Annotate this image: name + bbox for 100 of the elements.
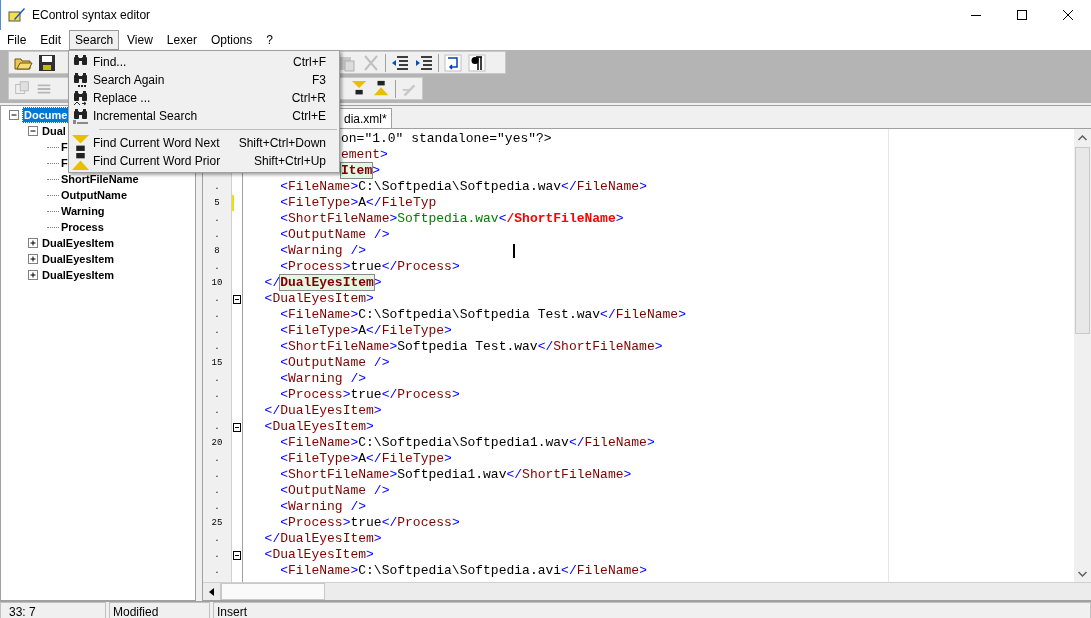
expand-icon[interactable] [28, 238, 38, 248]
code-line: ement> [341, 147, 388, 162]
expand-icon[interactable] [28, 270, 38, 280]
code-line: <DualEyesItem> [263, 547, 374, 562]
fold-icon[interactable] [233, 550, 241, 560]
horizontal-scrollbar[interactable] [203, 582, 1091, 600]
code-line: <ShortFileName>Softpedia1.wav</ShortFileName> [279, 466, 632, 482]
file-tab[interactable]: dia.xml* [339, 108, 392, 128]
code-line: <Process>true</Process> [279, 514, 460, 530]
status-field: Modified [109, 602, 210, 618]
menu-item[interactable]: Search [69, 30, 120, 50]
code-line: </DualEyesItem> [263, 531, 382, 546]
menu-entry[interactable]: Replace ... Ctrl+R [69, 89, 339, 107]
shortcut-label: Ctrl+F [293, 55, 326, 69]
line-number: 8 [213, 245, 221, 258]
code-line: <Process>true</Process> [279, 386, 460, 402]
vertical-scrollbar[interactable] [1074, 129, 1091, 582]
binoculars-icon [73, 108, 88, 124]
code-line: <FileType>A</FileType> [279, 322, 452, 338]
tree-item[interactable]: ShortFileName [60, 172, 140, 186]
menu-entry[interactable]: Search Again F3 [69, 71, 339, 89]
line-number: . [213, 261, 221, 274]
code-line: on="1.0" standalone="yes"?> [341, 130, 552, 146]
fold-icon[interactable] [233, 422, 241, 432]
menu-item[interactable]: Edit [34, 30, 68, 50]
close-icon [1063, 10, 1073, 20]
code-line: <Warning /> [279, 243, 367, 258]
code-line: <ShortFileName>Softpedia.wav</ShortFileName> [279, 211, 624, 226]
menu-item[interactable]: View [121, 30, 159, 50]
line-number: . [213, 229, 221, 242]
code-line: <ShortFileName>Softpedia Test.wav</ShortFileName> [279, 338, 663, 354]
code-line: <DualEyesItem> [263, 291, 374, 306]
menu-label: Incremental Search [93, 109, 199, 123]
tree-item[interactable]: F [60, 140, 69, 154]
code-line: <FileType>A</FileType> [279, 450, 452, 466]
code-line: <Process>true</Process> [279, 258, 460, 274]
line-number: . [213, 341, 221, 354]
shortcut-label: F3 [312, 73, 326, 87]
arrow-up-icon [72, 152, 89, 170]
line-number: . [213, 293, 221, 306]
shortcut-label: Ctrl+E [292, 109, 326, 123]
code-line: <FileType>A</FileTyp [279, 194, 437, 210]
code-line: <OutputName /> [279, 227, 390, 242]
word-wrap-icon[interactable] [443, 52, 463, 73]
menu-item[interactable]: File [1, 30, 33, 50]
scroll-up-icon[interactable] [1078, 134, 1087, 141]
shortcut-label: Shift+Ctrl+Down [238, 136, 326, 150]
line-number: 5 [213, 197, 221, 210]
menu-entry[interactable]: Find Current Word Next Shift+Ctrl+Down [69, 134, 339, 152]
scroll-left-icon[interactable] [209, 587, 214, 596]
menu-label: Find... [93, 55, 128, 69]
pilcrow-icon[interactable] [467, 52, 487, 73]
expand-icon[interactable] [28, 254, 38, 264]
line-number: . [213, 469, 221, 482]
line-number: . [213, 309, 221, 322]
line-number: . [213, 181, 221, 194]
code-line: Item> [341, 163, 381, 178]
tree-item[interactable]: DualEyesItem [41, 236, 116, 250]
line-number: . [213, 549, 221, 562]
tree-item[interactable]: Docume [22, 107, 70, 123]
status-field: 33: 7 [0, 602, 106, 618]
line-number: . [213, 453, 221, 466]
collapse-icon[interactable] [9, 110, 19, 120]
menu-entry[interactable]: Find Current Word Prior Shift+Ctrl+Up [69, 152, 339, 170]
binoculars-icon [73, 72, 88, 88]
menu-item[interactable]: Options [204, 30, 259, 50]
line-number: . [213, 373, 221, 386]
maximize-icon [1017, 10, 1027, 20]
code-line: </DualEyesItem> [263, 403, 382, 418]
line-number: . [213, 501, 221, 514]
shortcut-label: Shift+Ctrl+Up [253, 154, 326, 168]
line-number: . [213, 421, 221, 434]
line-number: 25 [210, 517, 224, 530]
fold-icon[interactable] [233, 294, 241, 304]
scroll-down-icon[interactable] [1078, 570, 1087, 577]
tree-item[interactable]: F [60, 156, 69, 170]
save-icon[interactable] [37, 52, 57, 73]
app-icon [8, 6, 26, 24]
line-number: 10 [210, 277, 224, 290]
menu-label: Find Current Word Prior [93, 154, 222, 168]
menu-item[interactable]: ? [260, 30, 279, 50]
tree-item[interactable]: Warning [60, 204, 106, 218]
line-number: . [213, 565, 221, 578]
line-number: . [213, 485, 221, 498]
menu-item[interactable]: Lexer [160, 30, 203, 50]
code-line: <FileName>C:\Softpedia\Softpedia1.wav</FileName> [279, 434, 655, 450]
collapse-icon[interactable] [28, 126, 38, 136]
menu-entry[interactable]: Incremental Search Ctrl+E [69, 107, 339, 125]
code-line: <DualEyesItem> [263, 419, 374, 434]
line-number: . [213, 325, 221, 338]
tree-item[interactable]: DualEyesItem [41, 252, 116, 266]
code-line: <Warning /> [279, 499, 367, 514]
tree-item[interactable]: Process [60, 220, 105, 234]
code-line: </DualEyesItem> [263, 275, 382, 290]
tree-item[interactable]: Dual [41, 124, 67, 138]
tree-item[interactable]: DualEyesItem [41, 268, 116, 282]
tree-item[interactable]: OutputName [60, 188, 128, 202]
code-line: <FileName>C:\Softpedia\Softpedia Test.wav</FileName> [279, 306, 686, 322]
code-line: <OutputName /> [279, 483, 390, 498]
line-number: . [213, 389, 221, 402]
